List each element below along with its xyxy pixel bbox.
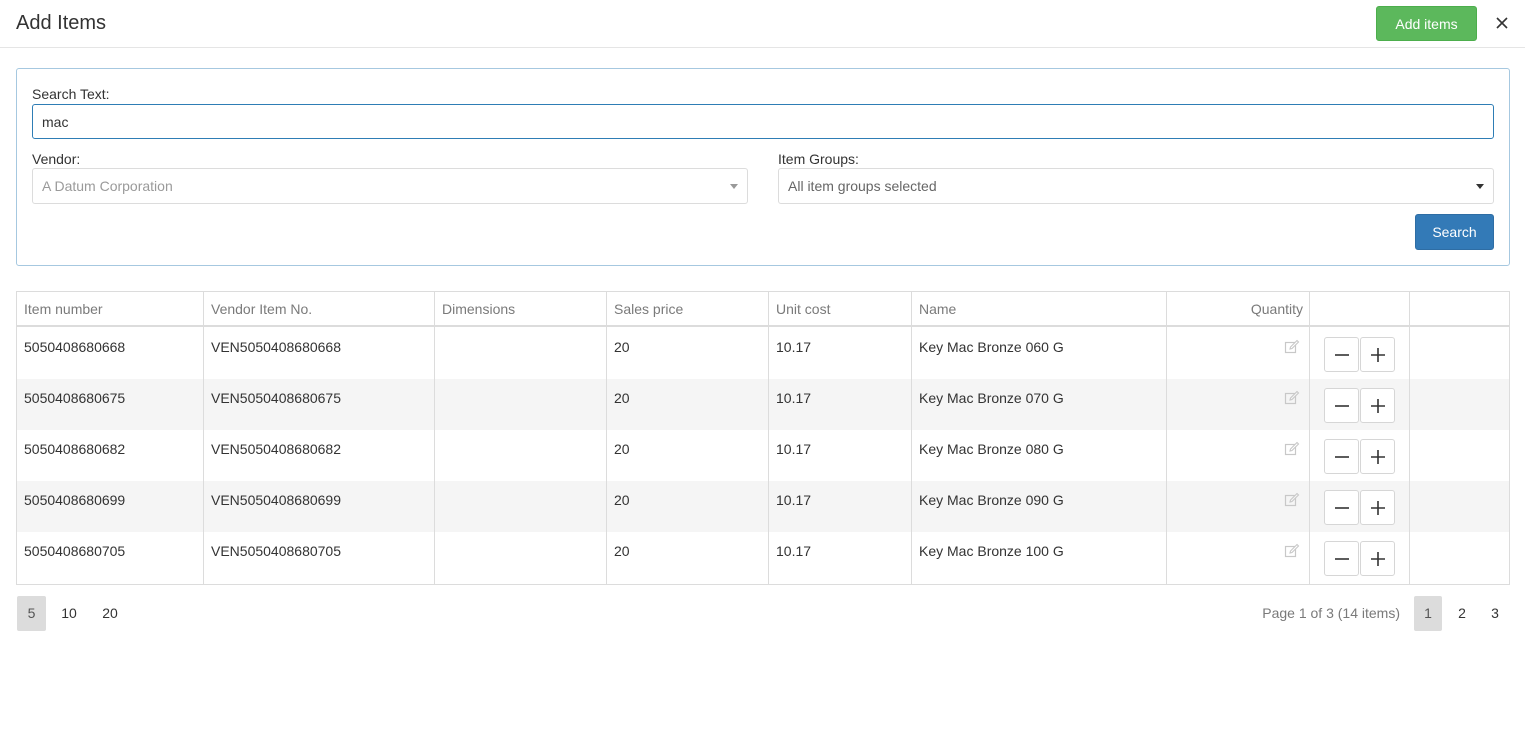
cell-unit-cost: 10.17 bbox=[776, 390, 812, 406]
increase-quantity-button[interactable] bbox=[1360, 388, 1395, 423]
decrease-quantity-button[interactable] bbox=[1324, 388, 1359, 423]
cell-vendor-item-no: VEN5050408680682 bbox=[211, 441, 342, 457]
edit-icon[interactable] bbox=[1284, 339, 1300, 355]
column-header-sales-price[interactable]: Sales price bbox=[607, 292, 769, 327]
increase-quantity-button[interactable] bbox=[1360, 439, 1395, 474]
cell-dimensions bbox=[435, 430, 449, 481]
cell-name: Key Mac Bronze 060 G bbox=[919, 339, 1064, 355]
table-row: 5050408680675 VEN5050408680675 20 10.17 … bbox=[17, 379, 1509, 430]
page-button-2[interactable]: 2 bbox=[1448, 596, 1476, 631]
cell-sales-price: 20 bbox=[614, 339, 630, 355]
item-groups-select-value: All item groups selected bbox=[788, 178, 937, 194]
cell-name: Key Mac Bronze 080 G bbox=[919, 441, 1064, 457]
cell-vendor-item-no: VEN5050408680668 bbox=[211, 339, 342, 355]
column-divider bbox=[1409, 292, 1410, 584]
dialog-title: Add Items bbox=[16, 12, 107, 34]
chevron-down-icon bbox=[730, 183, 738, 189]
cell-item-number: 5050408680705 bbox=[24, 543, 126, 559]
cell-sales-price: 20 bbox=[614, 543, 630, 559]
cell-name: Key Mac Bronze 070 G bbox=[919, 390, 1064, 406]
decrease-quantity-button[interactable] bbox=[1324, 337, 1359, 372]
column-divider bbox=[434, 292, 435, 584]
cell-dimensions bbox=[435, 532, 449, 583]
cell-name: Key Mac Bronze 090 G bbox=[919, 492, 1064, 508]
chevron-down-icon bbox=[1476, 183, 1484, 189]
page-size-20[interactable]: 20 bbox=[94, 596, 126, 631]
items-grid: Item number Vendor Item No. Dimensions S… bbox=[16, 291, 1510, 585]
decrease-quantity-button[interactable] bbox=[1324, 490, 1359, 525]
search-panel bbox=[16, 68, 1510, 266]
item-groups-label: Item Groups: bbox=[778, 151, 859, 167]
cell-unit-cost: 10.17 bbox=[776, 492, 812, 508]
edit-icon[interactable] bbox=[1284, 492, 1300, 508]
table-row: 5050408680682 VEN5050408680682 20 10.17 … bbox=[17, 430, 1509, 481]
column-header-vendor-item-no[interactable]: Vendor Item No. bbox=[204, 292, 435, 327]
cell-name: Key Mac Bronze 100 G bbox=[919, 543, 1064, 559]
cell-item-number: 5050408680668 bbox=[24, 339, 126, 355]
column-divider bbox=[768, 292, 769, 584]
cell-dimensions bbox=[435, 328, 449, 379]
cell-unit-cost: 10.17 bbox=[776, 441, 812, 457]
vendor-select-value: A Datum Corporation bbox=[42, 178, 173, 194]
cell-sales-price: 20 bbox=[614, 390, 630, 406]
edit-icon[interactable] bbox=[1284, 390, 1300, 406]
page-button-1[interactable]: 1 bbox=[1414, 596, 1442, 631]
cell-unit-cost: 10.17 bbox=[776, 543, 812, 559]
grid-header-row: Item number Vendor Item No. Dimensions S… bbox=[17, 292, 1509, 327]
column-header-unit-cost[interactable]: Unit cost bbox=[769, 292, 912, 327]
item-groups-select[interactable]: All item groups selected bbox=[778, 168, 1494, 204]
column-header-name[interactable]: Name bbox=[912, 292, 1167, 327]
vendor-label: Vendor: bbox=[32, 151, 81, 167]
search-button[interactable]: Search bbox=[1415, 214, 1494, 250]
column-header-dimensions[interactable]: Dimensions bbox=[435, 292, 607, 327]
cell-unit-cost: 10.17 bbox=[776, 339, 812, 355]
increase-quantity-button[interactable] bbox=[1360, 541, 1395, 576]
increase-quantity-button[interactable] bbox=[1360, 490, 1395, 525]
cell-item-number: 5050408680682 bbox=[24, 441, 126, 457]
cell-vendor-item-no: VEN5050408680705 bbox=[211, 543, 342, 559]
cell-item-number: 5050408680675 bbox=[24, 390, 126, 406]
cell-item-number: 5050408680699 bbox=[24, 492, 126, 508]
column-divider bbox=[1166, 292, 1167, 584]
cell-vendor-item-no: VEN5050408680699 bbox=[211, 492, 342, 508]
add-items-button[interactable]: Add items bbox=[1376, 6, 1477, 41]
column-header-quantity[interactable]: Quantity bbox=[1167, 292, 1310, 327]
decrease-quantity-button[interactable] bbox=[1324, 439, 1359, 474]
cell-sales-price: 20 bbox=[614, 492, 630, 508]
column-divider bbox=[203, 292, 204, 584]
column-divider bbox=[1309, 292, 1310, 584]
column-divider bbox=[911, 292, 912, 584]
close-icon[interactable] bbox=[1492, 12, 1512, 34]
cell-sales-price: 20 bbox=[614, 441, 630, 457]
cell-dimensions bbox=[435, 481, 449, 532]
cell-dimensions bbox=[435, 379, 449, 430]
decrease-quantity-button[interactable] bbox=[1324, 541, 1359, 576]
search-text-label: Search Text: bbox=[32, 86, 110, 102]
column-header-item-number[interactable]: Item number bbox=[17, 292, 204, 327]
increase-quantity-button[interactable] bbox=[1360, 337, 1395, 372]
page-button-3[interactable]: 3 bbox=[1481, 596, 1509, 631]
page-size-5[interactable]: 5 bbox=[17, 596, 46, 631]
table-row: 5050408680699 VEN5050408680699 20 10.17 … bbox=[17, 481, 1509, 532]
edit-icon[interactable] bbox=[1284, 441, 1300, 457]
edit-icon[interactable] bbox=[1284, 543, 1300, 559]
table-row: 5050408680668 VEN5050408680668 20 10.17 … bbox=[17, 328, 1509, 379]
column-divider bbox=[606, 292, 607, 584]
vendor-select[interactable]: A Datum Corporation bbox=[32, 168, 748, 204]
page-info: Page 1 of 3 (14 items) bbox=[1262, 605, 1400, 621]
dialog-header: Add Items Add items bbox=[0, 0, 1525, 48]
search-text-input[interactable] bbox=[32, 104, 1494, 139]
page-size-10[interactable]: 10 bbox=[53, 596, 85, 631]
table-row: 5050408680705 VEN5050408680705 20 10.17 … bbox=[17, 532, 1509, 583]
cell-vendor-item-no: VEN5050408680675 bbox=[211, 390, 342, 406]
